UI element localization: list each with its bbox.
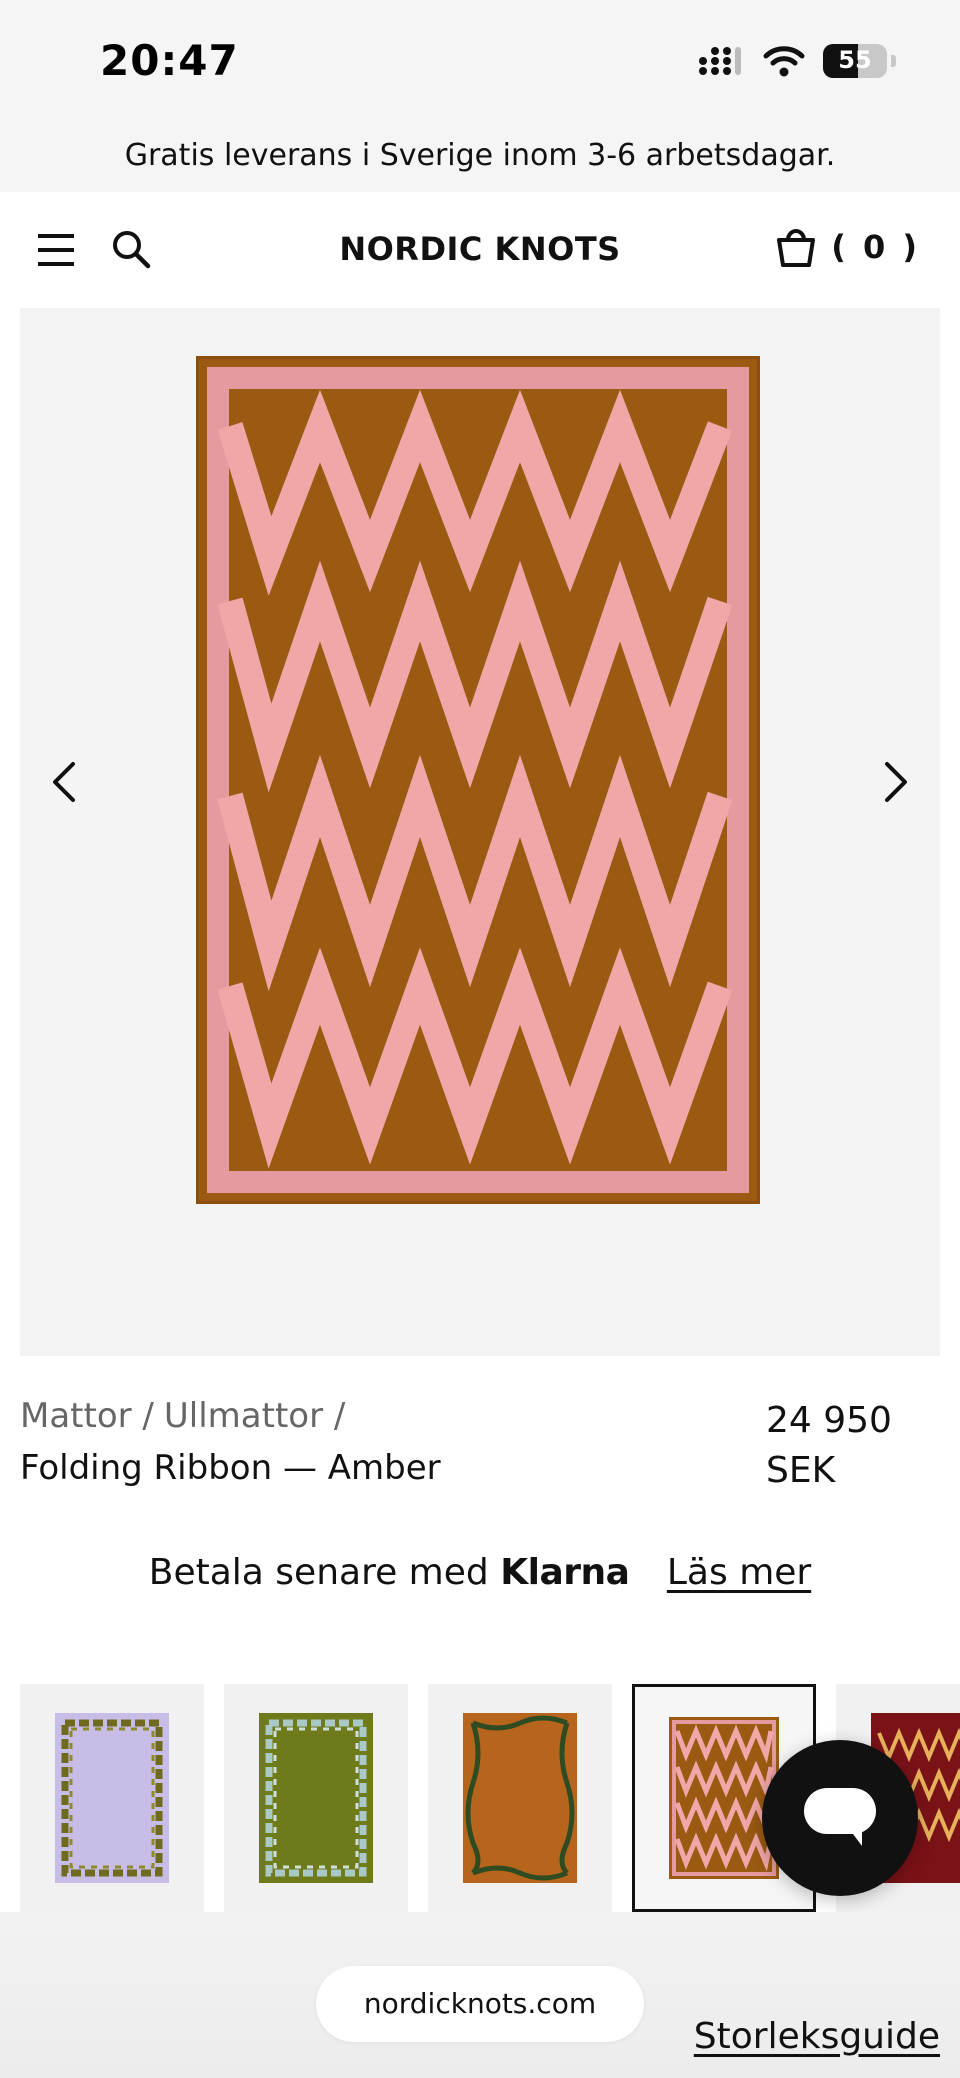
breadcrumb-ullmattor[interactable]: Ullmattor / [164, 1396, 345, 1436]
price-amount: 24 950 [766, 1400, 892, 1441]
klarna-read-more-link[interactable]: Läs mer [667, 1552, 811, 1593]
promo-banner: Gratis leverans i Sverige inom 3-6 arbet… [0, 120, 960, 192]
product-gallery[interactable] [20, 308, 940, 1356]
chevron-left-icon [53, 762, 75, 802]
status-bar: 20:47 55 [0, 0, 960, 120]
chevron-right-icon [885, 762, 907, 802]
variant-thumb-3[interactable] [428, 1684, 612, 1912]
product-image [196, 356, 760, 1204]
chat-button[interactable] [762, 1740, 918, 1896]
gallery-prev-button[interactable] [34, 752, 94, 812]
battery-icon: 55 [823, 44, 887, 78]
size-guide-link[interactable]: Storleksguide [694, 2016, 940, 2057]
variant-image [259, 1713, 373, 1883]
variant-image [55, 1713, 169, 1883]
status-time: 20:47 [100, 36, 239, 85]
product-info: Mattor / Ullmattor / Folding Ribbon — Am… [20, 1396, 940, 1491]
variant-image [669, 1717, 779, 1879]
klarna-row: Betala senare med Klarna Läs mer [0, 1552, 960, 1593]
gallery-next-button[interactable] [866, 752, 926, 812]
url-bar[interactable]: nordicknots.com [316, 1966, 644, 2042]
klarna-logo: Klarna [500, 1552, 630, 1593]
klarna-prefix: Betala senare med [148, 1552, 489, 1593]
battery-nub [891, 55, 896, 67]
variant-image [463, 1713, 577, 1883]
signal-icon [699, 47, 741, 75]
breadcrumb-mattor[interactable]: Mattor / [20, 1396, 154, 1436]
status-icons: 55 [697, 44, 896, 78]
variant-thumb-1[interactable] [20, 1684, 204, 1912]
site-header: NORDIC KNOTS ( 0 ) [0, 192, 960, 308]
battery-level: 55 [838, 46, 872, 74]
chat-icon [804, 1788, 876, 1846]
variant-thumb-2[interactable] [224, 1684, 408, 1912]
price-currency: SEK [766, 1450, 836, 1491]
product-price: 24 950 SEK [766, 1396, 892, 1496]
wifi-icon [763, 46, 805, 77]
cart-button[interactable]: ( 0 ) [775, 226, 920, 268]
bag-icon [777, 229, 816, 267]
cart-count: ( 0 ) [831, 228, 920, 266]
